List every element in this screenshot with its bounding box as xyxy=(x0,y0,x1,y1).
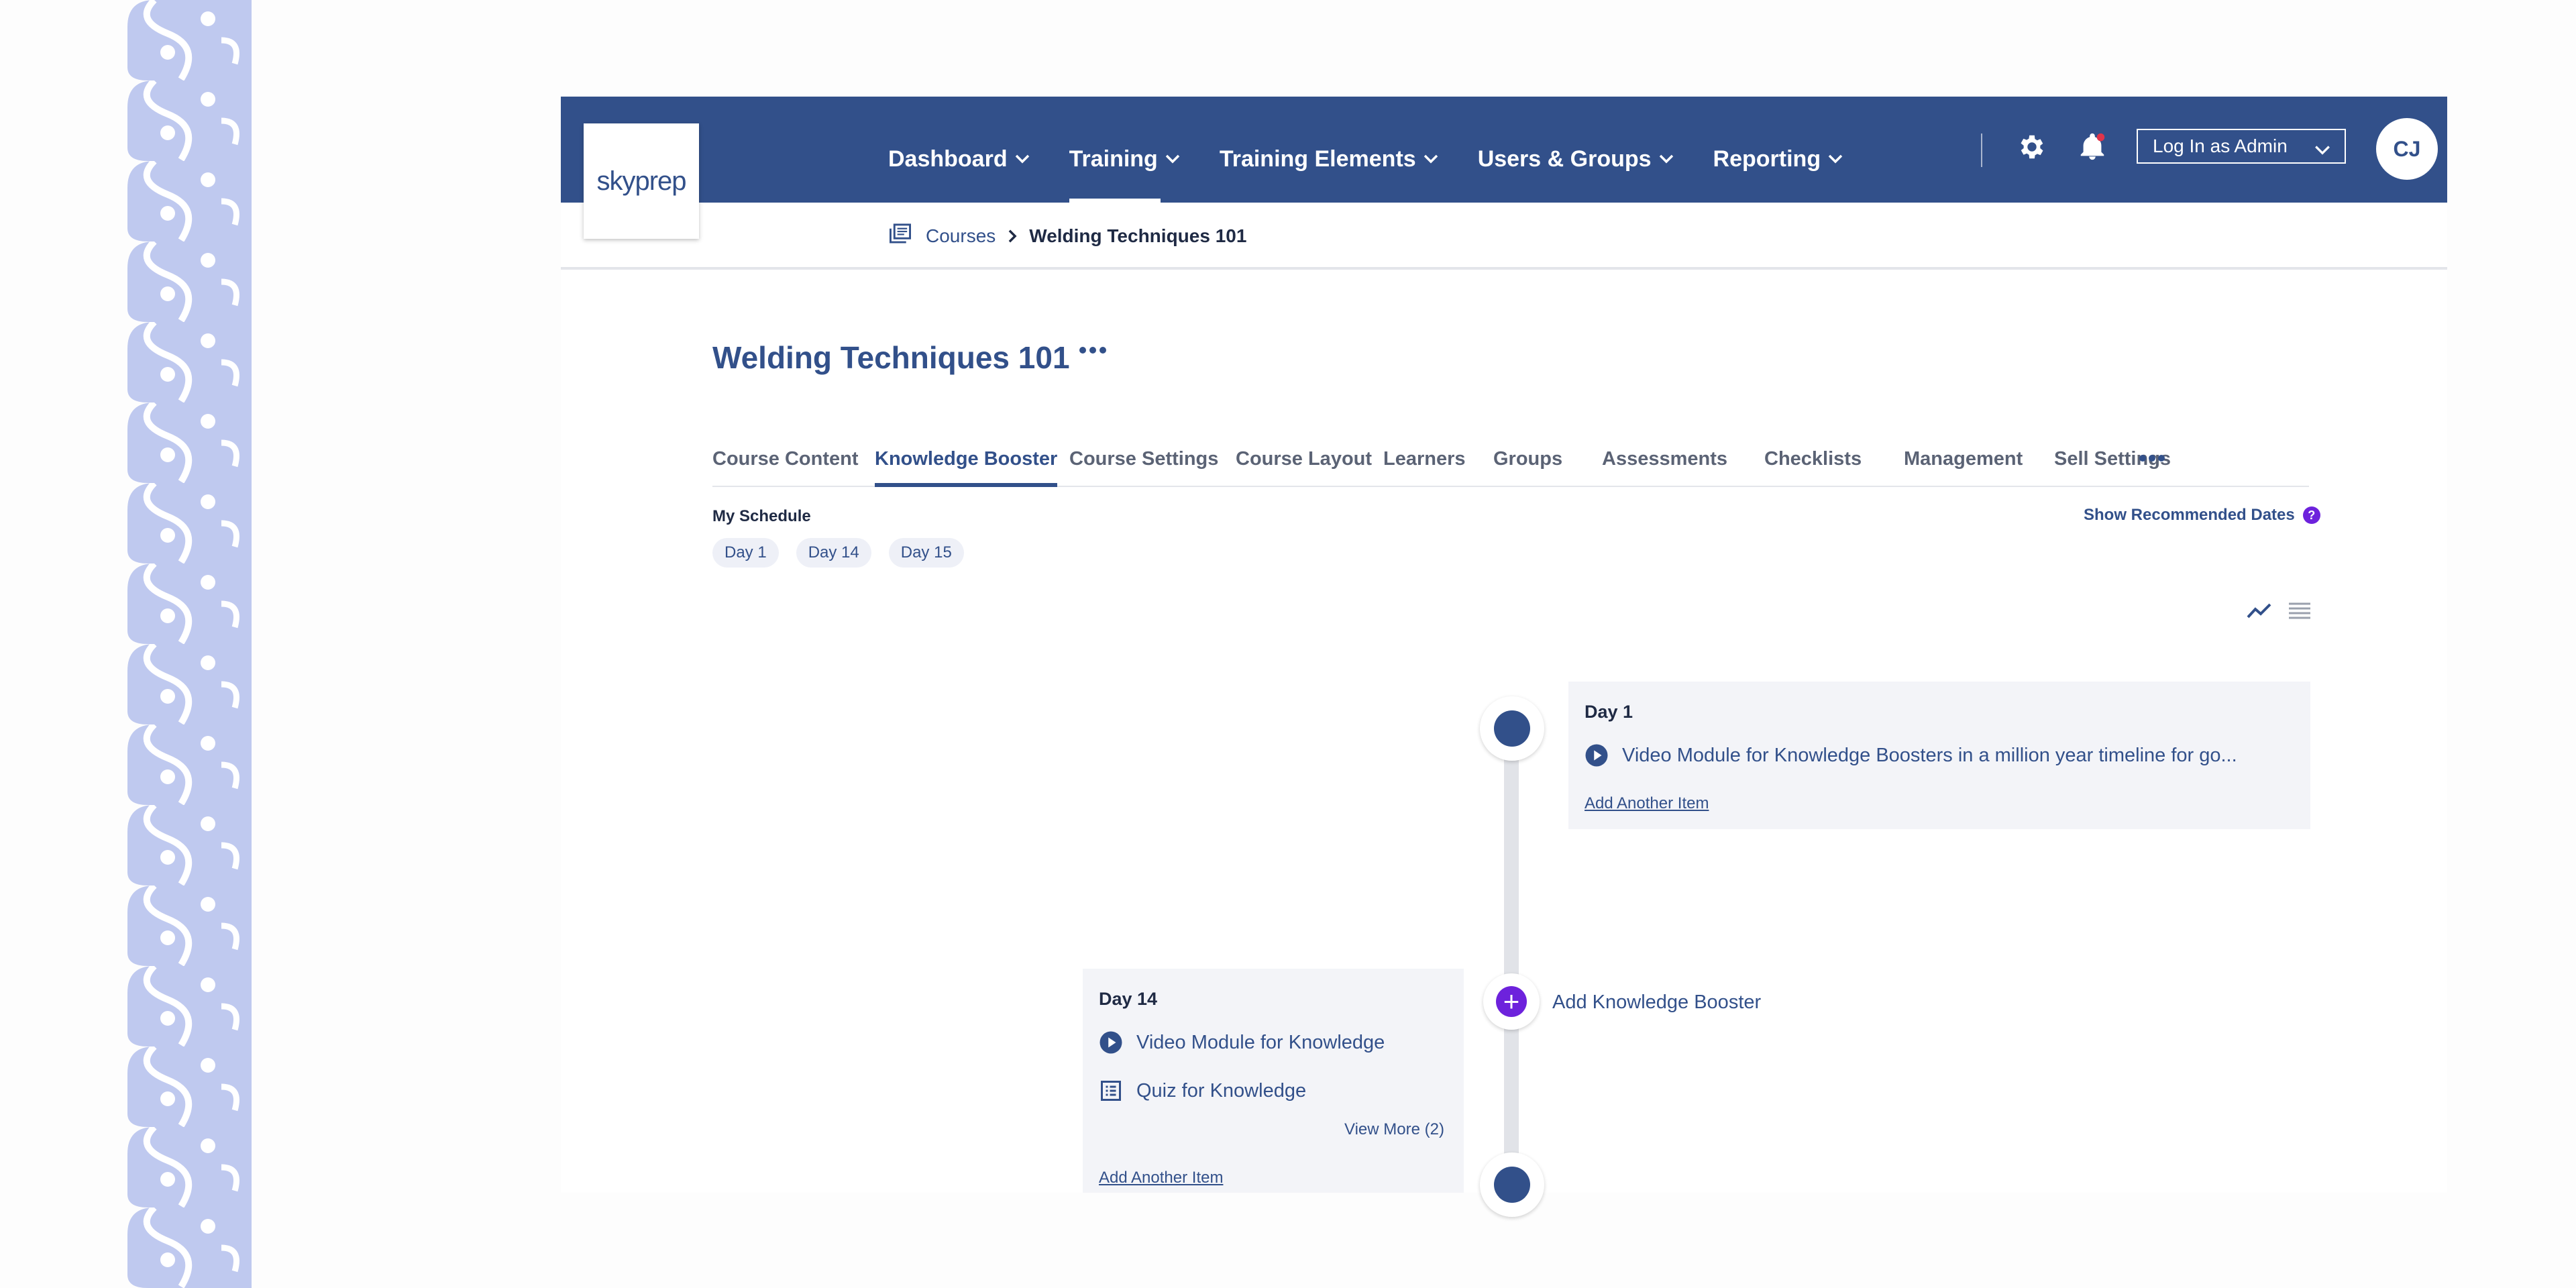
tab-knowledge-booster[interactable]: Knowledge Booster xyxy=(875,448,1058,487)
more-tabs-icon[interactable] xyxy=(2138,453,2166,466)
play-icon xyxy=(1585,743,1609,767)
tab-course-content[interactable]: Course Content xyxy=(712,448,859,486)
breadcrumb-courses-link[interactable]: Courses xyxy=(926,225,996,247)
chevron-down-icon xyxy=(1423,154,1439,164)
nav-reporting[interactable]: Reporting xyxy=(1713,97,1844,203)
logo-text: skyprep xyxy=(596,166,686,196)
add-another-item-link[interactable]: Add Another Item xyxy=(1585,794,1709,813)
nav-users-groups[interactable]: Users & Groups xyxy=(1478,97,1674,203)
nav-dashboard[interactable]: Dashboard xyxy=(888,97,1030,203)
tab-checklists[interactable]: Checklists xyxy=(1764,448,1862,486)
nav-label: Training xyxy=(1069,146,1158,172)
view-toggle xyxy=(2246,601,2312,625)
day14-card: Day 14 Video Module for Knowledge Quiz f… xyxy=(1083,969,1464,1193)
chevron-right-icon xyxy=(1008,229,1017,244)
tab-learners[interactable]: Learners xyxy=(1383,448,1466,486)
list-item[interactable]: Video Module for Knowledge Boosters in a… xyxy=(1585,743,2237,767)
add-knowledge-booster-label[interactable]: Add Knowledge Booster xyxy=(1552,991,1761,1014)
timeline-view-icon[interactable] xyxy=(2246,601,2273,625)
list-view-icon[interactable] xyxy=(2288,601,2312,625)
chevron-down-icon xyxy=(1014,154,1030,164)
show-recommended-dates-link[interactable]: Show Recommended Dates ? xyxy=(2084,506,2320,525)
main-nav: Dashboard Training Training Elements Use… xyxy=(888,97,1882,203)
show-dates-label: Show Recommended Dates xyxy=(2084,506,2295,524)
chevron-down-icon xyxy=(1165,154,1181,164)
item-label: Video Module for Knowledge Boosters in a… xyxy=(1622,744,2237,766)
toolbar-divider xyxy=(1981,133,1982,167)
avatar-initials: CJ xyxy=(2393,136,2421,161)
course-tabs: Course Content Knowledge Booster Course … xyxy=(712,448,2309,487)
bell-icon[interactable] xyxy=(2077,131,2108,162)
tab-groups[interactable]: Groups xyxy=(1493,448,1562,486)
timeline-dot xyxy=(1494,1167,1530,1203)
breadcrumb: Courses Welding Techniques 101 xyxy=(888,223,1246,249)
tab-course-settings[interactable]: Course Settings xyxy=(1069,448,1218,486)
breadcrumb-bar: Courses Welding Techniques 101 xyxy=(561,203,2447,270)
item-label: Quiz for Knowledge xyxy=(1136,1079,1307,1102)
quiz-icon xyxy=(1099,1079,1123,1103)
tab-management[interactable]: Management xyxy=(1904,448,2023,486)
add-another-item-link[interactable]: Add Another Item xyxy=(1099,1169,1223,1187)
help-icon[interactable]: ? xyxy=(2302,506,2320,524)
tab-course-layout[interactable]: Course Layout xyxy=(1236,448,1372,486)
top-navigation-bar: Dashboard Training Training Elements Use… xyxy=(561,97,2447,203)
timeline-line xyxy=(1504,734,1519,1193)
breadcrumb-current: Welding Techniques 101 xyxy=(1029,225,1247,246)
list-item[interactable]: Video Module for Knowledge xyxy=(1099,1030,1385,1055)
play-icon xyxy=(1099,1030,1123,1055)
day-pill[interactable]: Day 15 xyxy=(888,538,964,568)
nav-label: Users & Groups xyxy=(1477,146,1652,172)
admin-login-select[interactable]: Log In as Admin xyxy=(2137,129,2346,164)
chevron-down-icon xyxy=(2314,140,2331,161)
day1-card: Day 1 Video Module for Knowledge Booster… xyxy=(1568,682,2310,829)
more-options-icon[interactable] xyxy=(1077,345,1108,359)
page-title: Welding Techniques 101 xyxy=(712,340,1070,375)
view-more-link[interactable]: View More (2) xyxy=(1344,1120,1444,1139)
tab-assessments[interactable]: Assessments xyxy=(1602,448,1727,486)
day-pills: Day 1 Day 14 Day 15 xyxy=(712,538,981,568)
gear-icon[interactable] xyxy=(2017,131,2047,162)
timeline-node-day14[interactable] xyxy=(1480,1152,1544,1217)
add-knowledge-booster-button[interactable]: + xyxy=(1483,973,1540,1030)
schedule-label: My Schedule xyxy=(712,507,811,525)
nav-training-elements[interactable]: Training Elements xyxy=(1220,97,1439,203)
courses-icon xyxy=(888,223,912,249)
chevron-down-icon xyxy=(1658,154,1674,164)
nav-label: Training Elements xyxy=(1219,146,1416,172)
avatar[interactable]: CJ xyxy=(2376,118,2438,180)
chevron-down-icon xyxy=(1827,154,1843,164)
nav-label: Dashboard xyxy=(888,146,1008,172)
item-label: Video Module for Knowledge xyxy=(1136,1031,1385,1053)
nav-training[interactable]: Training xyxy=(1069,97,1181,203)
card-title: Day 1 xyxy=(1585,702,1633,722)
timeline-dot xyxy=(1494,710,1530,747)
day-pill[interactable]: Day 14 xyxy=(796,538,871,568)
timeline-node-day1[interactable] xyxy=(1480,696,1544,761)
plus-icon: + xyxy=(1496,986,1527,1017)
list-item[interactable]: Quiz for Knowledge xyxy=(1099,1079,1306,1103)
decorative-pattern xyxy=(127,0,252,1288)
admin-select-value: Log In as Admin xyxy=(2153,136,2288,156)
app-window: Dashboard Training Training Elements Use… xyxy=(561,97,2447,1217)
card-title: Day 14 xyxy=(1099,989,1158,1009)
company-logo[interactable]: skyprep xyxy=(584,123,699,239)
nav-label: Reporting xyxy=(1713,146,1821,172)
day-pill[interactable]: Day 1 xyxy=(712,538,779,568)
